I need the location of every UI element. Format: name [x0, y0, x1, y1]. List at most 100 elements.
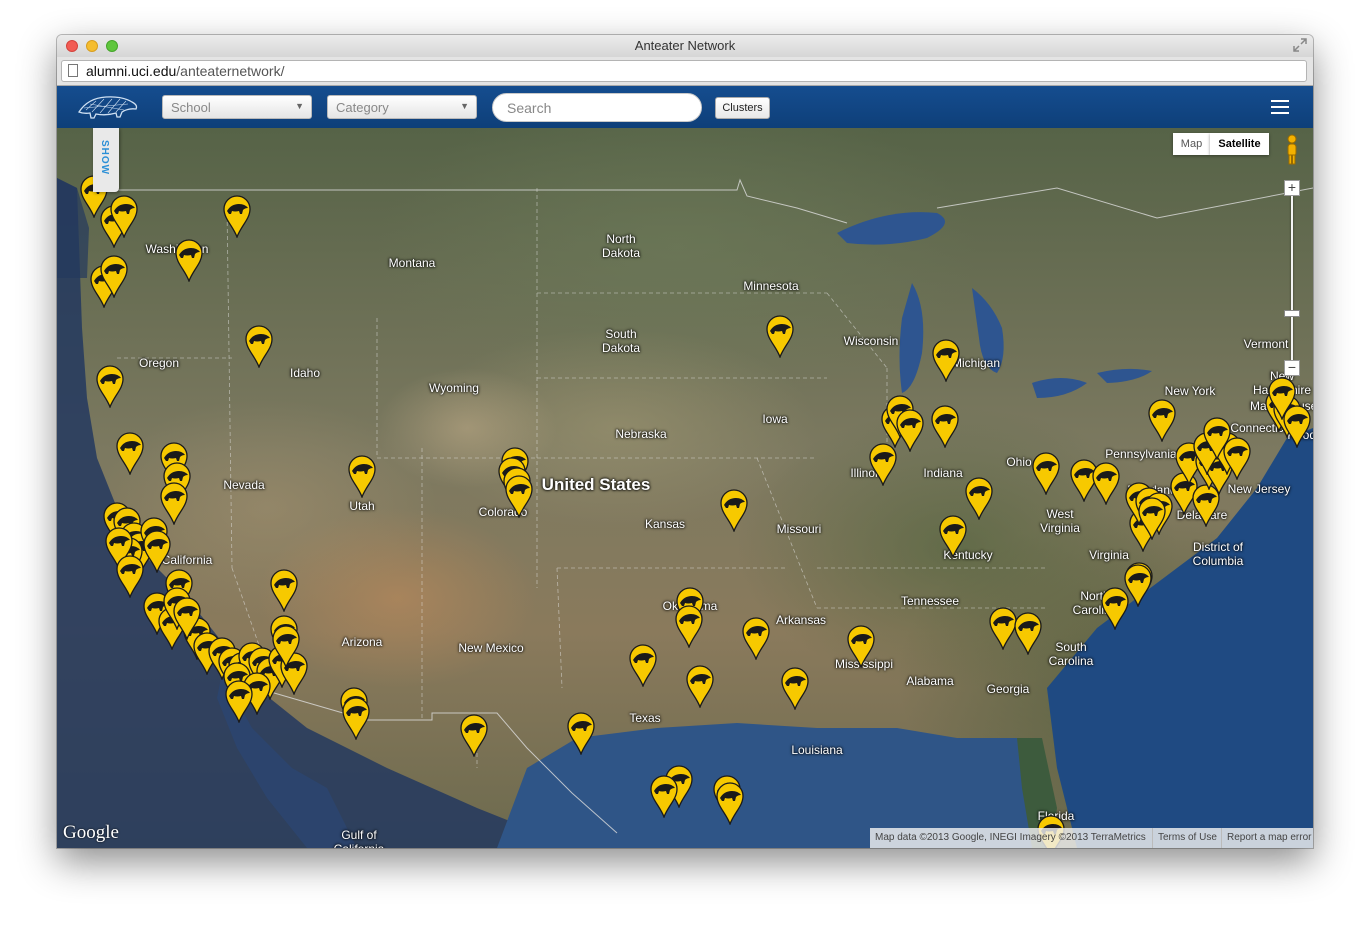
alumni-marker-icon[interactable] — [222, 194, 252, 239]
alumni-marker-icon[interactable] — [649, 774, 679, 819]
chevron-down-icon: ▼ — [295, 101, 304, 111]
alumni-marker-icon[interactable] — [99, 254, 129, 299]
chevron-down-icon: ▼ — [460, 101, 469, 111]
alumni-marker-icon[interactable] — [1137, 496, 1167, 541]
alumni-marker-icon[interactable] — [1147, 398, 1177, 443]
map-label: Missouri — [776, 522, 822, 536]
alumni-marker-icon[interactable] — [224, 679, 254, 724]
map-label: Vermont — [1243, 337, 1289, 351]
alumni-marker-icon[interactable] — [504, 474, 534, 519]
map-label: Kansas — [644, 517, 686, 531]
map-type-satellite-button[interactable]: Satellite — [1210, 133, 1269, 155]
alumni-marker-icon[interactable] — [780, 666, 810, 711]
terms-of-use-link[interactable]: Terms of Use — [1152, 828, 1221, 848]
alumni-marker-icon[interactable] — [868, 442, 898, 487]
alumni-marker-icon[interactable] — [1267, 376, 1297, 421]
alumni-marker-icon[interactable] — [715, 781, 745, 826]
alumni-marker-icon[interactable] — [174, 238, 204, 283]
alumni-marker-icon[interactable] — [628, 643, 658, 688]
alumni-marker-icon[interactable] — [1013, 611, 1043, 656]
fullscreen-icon[interactable] — [1293, 38, 1307, 52]
zoom-in-button[interactable]: + — [1284, 180, 1300, 196]
map-label: Wyoming — [429, 381, 479, 395]
alumni-marker-icon[interactable] — [931, 338, 961, 383]
alumni-marker-icon[interactable] — [1123, 563, 1153, 608]
alumni-marker-icon[interactable] — [341, 696, 371, 741]
alumni-marker-icon[interactable] — [765, 314, 795, 359]
zoom-out-button[interactable]: − — [1284, 360, 1300, 376]
map-label: Indiana — [923, 466, 963, 480]
clusters-button[interactable]: Clusters — [715, 97, 770, 119]
category-select[interactable]: Category ▼ — [327, 95, 477, 119]
url-domain: alumni.uci.edu — [86, 63, 177, 79]
alumni-marker-icon[interactable] — [347, 454, 377, 499]
alumni-marker-icon[interactable] — [895, 408, 925, 453]
alumni-marker-icon[interactable] — [244, 324, 274, 369]
map-label: North Dakota — [601, 232, 641, 260]
map-label: Pennsylvania — [1105, 447, 1177, 461]
page-icon — [68, 64, 78, 77]
map-label: Texas — [629, 711, 661, 725]
alumni-marker-icon[interactable] — [115, 431, 145, 476]
alumni-marker-icon[interactable] — [1091, 461, 1121, 506]
hamburger-menu-icon[interactable] — [1271, 100, 1289, 114]
alumni-marker-icon[interactable] — [685, 664, 715, 709]
alumni-marker-icon[interactable] — [95, 364, 125, 409]
alumni-marker-icon[interactable] — [271, 624, 301, 669]
map-label: Nebraska — [615, 427, 667, 441]
alumni-marker-icon[interactable] — [172, 596, 202, 641]
address-bar: alumni.uci.edu/anteaternetwork/ — [57, 57, 1313, 86]
show-sidebar-tab[interactable]: SHOW — [93, 128, 119, 192]
alumni-marker-icon[interactable] — [719, 488, 749, 533]
map-label: Montana — [388, 256, 436, 270]
alumni-marker-icon[interactable] — [109, 194, 139, 239]
top-navbar: School ▼ Category ▼ Clusters — [57, 86, 1313, 128]
search-input[interactable] — [492, 93, 702, 122]
category-select-label: Category — [336, 100, 389, 115]
window-title: Anteater Network — [634, 38, 736, 53]
pegman-icon[interactable] — [1285, 134, 1299, 166]
google-logo[interactable]: Google — [63, 822, 119, 844]
alumni-marker-icon[interactable] — [938, 514, 968, 559]
alumni-marker-icon[interactable] — [566, 711, 596, 756]
url-text: alumni.uci.edu/anteaternetwork/ — [86, 63, 284, 79]
map-type-map-button[interactable]: Map — [1173, 133, 1210, 155]
map-label: Idaho — [289, 366, 321, 380]
map-label: South Dakota — [601, 327, 641, 355]
map-label: Ohio — [1006, 455, 1032, 469]
map-label: Iowa — [762, 412, 788, 426]
map-label: Minnesota — [743, 279, 799, 293]
map-label: Georgia — [986, 682, 1030, 696]
map-label: New Jersey — [1227, 482, 1291, 496]
show-tab-label: SHOW — [99, 140, 110, 176]
map-canvas[interactable]: NorthDakotaMontanaMinnesotaWashingtonSou… — [57, 128, 1313, 848]
alumni-marker-icon[interactable] — [269, 568, 299, 613]
zoom-slider-handle[interactable] — [1284, 310, 1300, 317]
map-label: District of Columbia — [1192, 540, 1244, 568]
url-path: /anteaternetwork/ — [176, 63, 285, 79]
map-label: New Mexico — [458, 641, 524, 655]
title-bar: Anteater Network — [57, 35, 1313, 58]
alumni-marker-icon[interactable] — [930, 404, 960, 449]
alumni-marker-icon[interactable] — [1031, 451, 1061, 496]
school-select[interactable]: School ▼ — [162, 95, 312, 119]
map-label: Tennessee — [900, 594, 960, 608]
zoom-slider-track[interactable] — [1291, 196, 1293, 371]
alumni-marker-icon[interactable] — [1202, 416, 1232, 461]
map-label: United States — [541, 475, 651, 494]
school-select-label: School — [171, 100, 211, 115]
map-label: Arizona — [341, 635, 383, 649]
alumni-marker-icon[interactable] — [142, 529, 172, 574]
anteater-logo-icon[interactable] — [76, 92, 140, 122]
alumni-marker-icon[interactable] — [674, 604, 704, 649]
alumni-marker-icon[interactable] — [846, 624, 876, 669]
url-field[interactable]: alumni.uci.edu/anteaternetwork/ — [61, 60, 1307, 82]
map-label: Nevada — [223, 478, 265, 492]
alumni-marker-icon[interactable] — [741, 616, 771, 661]
report-map-error-link[interactable]: Report a map error — [1221, 828, 1313, 848]
browser-window: Anteater Network alumni.uci.edu/anteater… — [57, 35, 1313, 848]
alumni-marker-icon[interactable] — [115, 554, 145, 599]
alumni-marker-icon[interactable] — [459, 713, 489, 758]
alumni-marker-icon[interactable] — [964, 476, 994, 521]
map-label: South Carolina — [1048, 640, 1094, 668]
